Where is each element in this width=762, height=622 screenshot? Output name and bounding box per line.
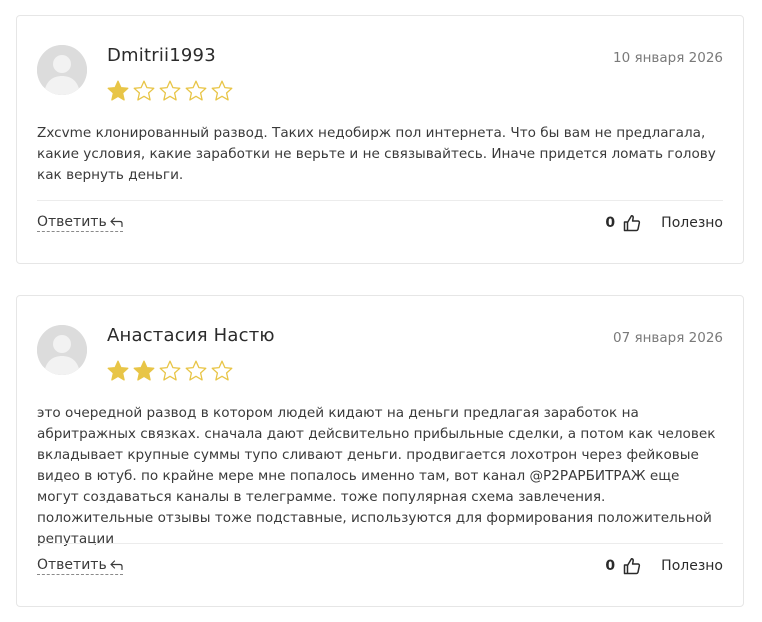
avatar bbox=[37, 325, 87, 375]
reply-label: Ответить bbox=[37, 557, 107, 573]
reply-label: Ответить bbox=[37, 214, 107, 230]
star-filled-icon bbox=[107, 360, 129, 381]
review-footer: Ответить 0 Полезно bbox=[37, 211, 723, 235]
star-filled-icon bbox=[107, 80, 129, 101]
user-placeholder-icon bbox=[37, 325, 87, 375]
review-text: это очередной развод в котором людей кид… bbox=[37, 405, 716, 547]
star-rating bbox=[106, 79, 234, 103]
star-empty-icon bbox=[211, 80, 233, 101]
review-text: Zxcvme клонированный развод. Таких недоб… bbox=[37, 125, 716, 183]
thumbs-up-icon[interactable] bbox=[623, 214, 641, 232]
review-date: 07 января 2026 bbox=[613, 330, 723, 346]
review-card: Анастасия Настю 07 января 2026 это очере… bbox=[16, 295, 744, 607]
star-empty-icon bbox=[159, 80, 181, 101]
avatar bbox=[37, 45, 87, 95]
thumbs-up-icon[interactable] bbox=[623, 557, 641, 575]
star-empty-icon bbox=[185, 360, 207, 381]
user-placeholder-icon bbox=[37, 45, 87, 95]
star-empty-icon bbox=[133, 80, 155, 101]
review-card: Dmitrii1993 10 января 2026 Zxcvme клонир… bbox=[16, 15, 744, 264]
divider bbox=[37, 200, 723, 201]
reply-link[interactable]: Ответить bbox=[37, 557, 123, 575]
star-rating bbox=[106, 359, 234, 383]
review-author: Dmitrii1993 bbox=[107, 45, 216, 66]
reply-arrow-icon bbox=[110, 217, 123, 227]
review-date: 10 января 2026 bbox=[613, 50, 723, 66]
helpful-group: 0 Полезно bbox=[605, 214, 723, 232]
divider bbox=[37, 543, 723, 544]
star-empty-icon bbox=[211, 360, 233, 381]
reply-arrow-icon bbox=[110, 560, 123, 570]
helpful-group: 0 Полезно bbox=[605, 557, 723, 575]
star-filled-icon bbox=[133, 360, 155, 381]
helpful-count: 0 bbox=[605, 215, 616, 231]
star-empty-icon bbox=[185, 80, 207, 101]
helpful-label[interactable]: Полезно bbox=[661, 558, 723, 574]
review-author: Анастасия Настю bbox=[107, 325, 275, 346]
helpful-label[interactable]: Полезно bbox=[661, 215, 723, 231]
review-footer: Ответить 0 Полезно bbox=[37, 554, 723, 578]
star-empty-icon bbox=[159, 360, 181, 381]
reply-link[interactable]: Ответить bbox=[37, 214, 123, 232]
helpful-count: 0 bbox=[605, 558, 616, 574]
